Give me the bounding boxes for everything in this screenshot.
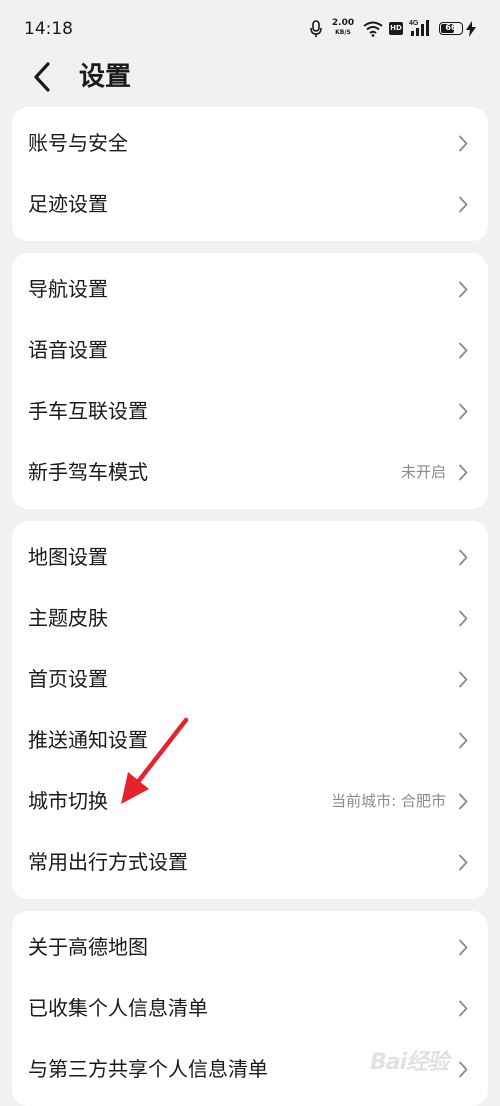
network-speed-value: 2.00 [331,18,355,28]
settings-row-label: 城市切换 [28,789,108,813]
network-speed-unit: KB/S [335,29,351,36]
chevron-right-icon [459,793,468,810]
status-icons: 2.00 KB/S HD 4G 66 [308,16,478,42]
settings-group-1: 账号与安全 足迹设置 [12,107,488,241]
settings-row[interactable]: 地图设置 [12,527,488,588]
settings-row[interactable]: 足迹设置 [12,174,488,235]
settings-row-label: 已收集个人信息清单 [28,996,208,1020]
settings-row-label: 账号与安全 [28,131,128,155]
chevron-right-icon [459,1000,468,1017]
chevron-right-icon [459,854,468,871]
settings-row[interactable]: 城市切换 当前城市: 合肥市 [12,771,488,832]
settings-row[interactable]: 手车互联设置 [12,381,488,442]
settings-row-label: 关于高德地图 [28,935,148,959]
wifi-icon [363,21,383,37]
settings-row[interactable]: 导航设置 [12,259,488,320]
settings-row-label: 主题皮肤 [28,606,108,630]
settings-group-3: 地图设置主题皮肤首页设置推送通知设置 城市切换 当前城市: 合肥市常用出行方式设置 [12,521,488,899]
chevron-right-icon [459,403,468,420]
settings-row-label: 推送通知设置 [28,728,148,752]
settings-row-label: 足迹设置 [28,192,108,216]
network-speed: 2.00 KB/S [330,18,356,38]
settings-row-label: 地图设置 [28,545,108,569]
signal-label: 4G [409,20,419,27]
settings-row-label: 导航设置 [28,277,108,301]
cellular-signal-icon: 4G [409,20,429,36]
chevron-right-icon [459,610,468,627]
settings-row[interactable]: 语音设置 [12,320,488,381]
chevron-right-icon [459,196,468,213]
chevron-right-icon [459,671,468,688]
watermark-text: Bai经验 [370,1050,449,1075]
status-bar: 14:18 2.00 KB/S HD 4G 66 [0,0,500,60]
chevron-right-icon [459,342,468,359]
chevron-right-icon [459,549,468,566]
settings-row[interactable]: 常用出行方式设置 [12,832,488,893]
settings-group-2: 导航设置语音设置手车互联设置 新手驾车模式 未开启 [12,253,488,509]
status-time: 14:18 [24,19,73,39]
settings-row-label: 新手驾车模式 [28,460,148,484]
page-title: 设置 [79,62,132,92]
settings-row-label: 常用出行方式设置 [28,850,188,874]
settings-row-label: 首页设置 [28,667,108,691]
hd-badge: HD [389,22,403,35]
settings-row[interactable]: 新手驾车模式 未开启 [12,442,488,503]
chevron-right-icon [459,464,468,481]
settings-row-value: 未开启 [400,463,446,481]
chevron-right-icon [459,732,468,749]
back-button[interactable] [28,60,58,94]
lightning-icon [466,21,476,37]
settings-row[interactable]: 主题皮肤 [12,588,488,649]
settings-row[interactable]: 首页设置 [12,649,488,710]
settings-row[interactable]: 账号与安全 [12,113,488,174]
microphone-icon [310,20,322,37]
battery-level: 66 [445,23,457,32]
settings-row[interactable]: 关于高德地图 [12,917,488,978]
chevron-left-icon [34,62,50,92]
settings-row[interactable]: 推送通知设置 [12,710,488,771]
settings-row-value: 当前城市: 合肥市 [331,792,446,810]
settings-row[interactable]: 已收集个人信息清单 [12,978,488,1039]
chevron-right-icon [459,939,468,956]
settings-row-label: 语音设置 [28,338,108,362]
settings-row-label: 手车互联设置 [28,399,148,423]
header: 设置 [0,60,500,96]
chevron-right-icon [459,135,468,152]
battery-icon: 66 [439,22,463,35]
chevron-right-icon [459,281,468,298]
watermark-logo: Bai经验 [370,1038,490,1078]
settings-row-label: 与第三方共享个人信息清单 [28,1057,268,1081]
